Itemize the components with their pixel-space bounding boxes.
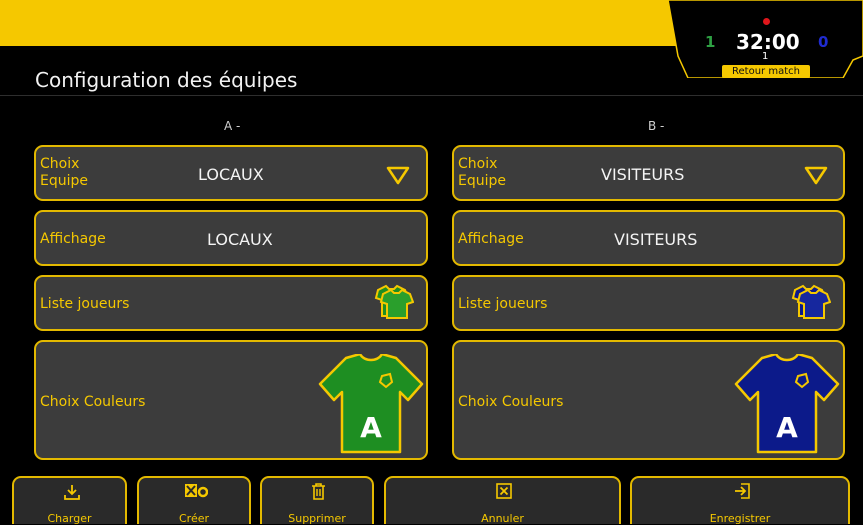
jersey-letter: A xyxy=(776,411,798,444)
dropdown-triangle-icon xyxy=(386,166,410,185)
jersey-icon: A xyxy=(734,354,840,454)
choice-value: LOCAUX xyxy=(198,165,264,184)
display-value: VISITEURS xyxy=(614,230,698,249)
delete-label: Supprimer xyxy=(288,512,346,525)
players-label: Liste joueurs xyxy=(40,296,130,312)
close-box-icon xyxy=(496,483,512,499)
team-b-choice-dropdown[interactable]: Choix Equipe VISITEURS xyxy=(452,145,845,201)
team-a-players-list[interactable]: Liste joueurs xyxy=(34,275,428,331)
dropdown-triangle-icon xyxy=(804,166,828,185)
jersey-icon: A xyxy=(318,354,424,454)
players-label: Liste joueurs xyxy=(458,296,548,312)
load-label: Charger xyxy=(47,512,92,525)
load-button[interactable]: Charger xyxy=(12,476,127,525)
live-indicator xyxy=(763,18,770,25)
team-a-color-choice[interactable]: Choix Couleurs A xyxy=(34,340,428,460)
create-team-icon xyxy=(185,484,208,498)
display-label: Affichage xyxy=(458,231,524,247)
download-icon xyxy=(64,485,80,500)
display-value: LOCAUX xyxy=(207,230,273,249)
column-b-label: B - xyxy=(648,119,665,133)
choice-label: Choix Equipe xyxy=(40,156,88,189)
colors-label: Choix Couleurs xyxy=(40,394,146,410)
score-away: 0 xyxy=(818,33,829,51)
team-a-display-field[interactable]: Affichage LOCAUX xyxy=(34,210,428,266)
login-arrow-icon xyxy=(735,483,750,499)
colors-label: Choix Couleurs xyxy=(458,394,564,410)
cancel-label: Annuler xyxy=(481,512,524,525)
display-label: Affichage xyxy=(40,231,106,247)
delete-button[interactable]: Supprimer xyxy=(260,476,374,525)
title-divider xyxy=(0,95,863,96)
trash-icon xyxy=(312,483,325,500)
save-button[interactable]: Enregistrer xyxy=(630,476,850,525)
cancel-button[interactable]: Annuler xyxy=(384,476,621,525)
team-shirts-icon xyxy=(374,284,414,319)
create-button[interactable]: Créer xyxy=(137,476,251,525)
choice-value: VISITEURS xyxy=(601,165,685,184)
score-home: 1 xyxy=(705,33,716,51)
create-label: Créer xyxy=(178,512,210,525)
team-b-display-field[interactable]: Affichage VISITEURS xyxy=(452,210,845,266)
choice-label: Choix Equipe xyxy=(458,156,506,189)
return-match-button[interactable]: Retour match xyxy=(722,65,810,78)
save-label: Enregistrer xyxy=(709,512,771,525)
jersey-letter: A xyxy=(360,411,382,444)
page-title: Configuration des équipes xyxy=(35,68,298,92)
team-b-color-choice[interactable]: Choix Couleurs A xyxy=(452,340,845,460)
team-b-players-list[interactable]: Liste joueurs xyxy=(452,275,845,331)
team-shirts-icon xyxy=(791,284,831,319)
period-number: 1 xyxy=(762,51,769,62)
column-a-label: A - xyxy=(224,119,241,133)
team-a-choice-dropdown[interactable]: Choix Equipe LOCAUX xyxy=(34,145,428,201)
